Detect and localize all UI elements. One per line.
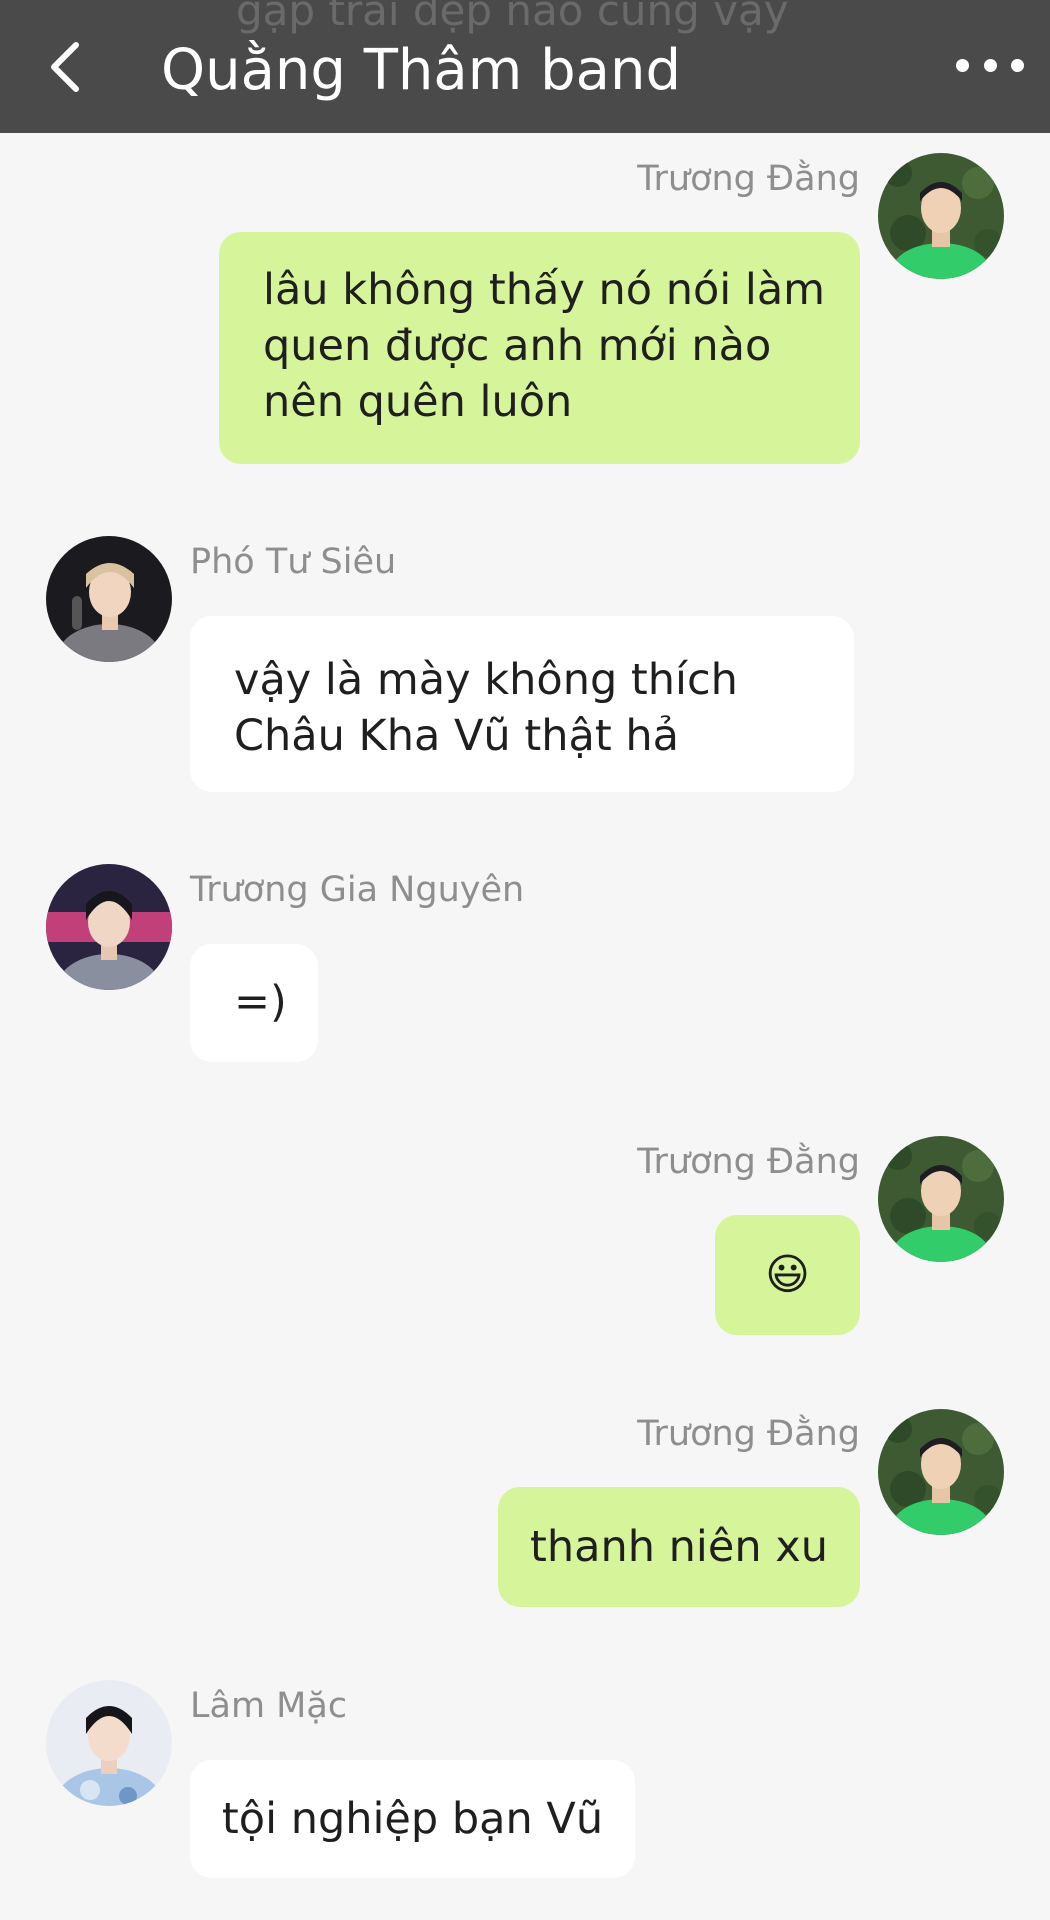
sender-name: Trương Gia Nguyên — [190, 870, 525, 910]
more-options-button[interactable] — [956, 40, 1024, 90]
emoji-smile-icon: 😃 — [765, 1250, 810, 1300]
avatar-image — [46, 536, 172, 662]
sender-name: Trương Đằng — [637, 1414, 860, 1454]
avatar-image — [878, 153, 1004, 279]
message-text-line: lâu không thấy nó nói làm — [263, 265, 826, 315]
message-bubble[interactable]: =) — [190, 944, 318, 1062]
avatar[interactable] — [878, 153, 1004, 279]
back-button[interactable] — [36, 30, 96, 104]
avatar[interactable] — [46, 1680, 172, 1806]
sender-name: Trương Đằng — [637, 1142, 860, 1182]
sender-name: Phó Tư Siêu — [190, 542, 397, 582]
avatar-image — [46, 1680, 172, 1806]
avatar-image — [878, 1136, 1004, 1262]
message-text-line: =) — [234, 977, 287, 1027]
message-bubble[interactable]: vậy là mày không thích Châu Kha Vũ thật … — [190, 616, 854, 792]
more-dot — [1011, 58, 1024, 72]
chat-title: Quằng Thâm band — [161, 38, 681, 103]
message-bubble[interactable]: tội nghiệp bạn Vũ — [190, 1760, 635, 1878]
sender-name: Trương Đằng — [637, 159, 860, 199]
chat-header: gặp trai đẹp nào cũng vậy Quằng Thâm ban… — [0, 0, 1050, 133]
more-dot — [983, 58, 997, 72]
message-text-line: quen được anh mới nào — [263, 321, 772, 371]
message-text-line: tội nghiệp bạn Vũ — [221, 1794, 604, 1844]
more-dots-icon — [956, 58, 969, 72]
scrolled-message-preview: gặp trai đẹp nào cũng vậy — [236, 0, 789, 35]
message-bubble[interactable]: lâu không thấy nó nói làm quen được anh … — [219, 232, 860, 464]
avatar[interactable] — [46, 864, 172, 990]
message-text-line: Châu Kha Vũ thật hả — [234, 711, 679, 761]
message-text-line: vậy là mày không thích — [234, 655, 738, 705]
message-bubble[interactable]: 😃 — [715, 1215, 860, 1335]
chevron-left-icon — [51, 42, 79, 92]
avatar-image — [878, 1409, 1004, 1535]
sender-name: Lâm Mặc — [190, 1686, 348, 1726]
message-text-line: thanh niên xu — [530, 1522, 828, 1572]
avatar-image — [46, 864, 172, 990]
message-bubble[interactable]: thanh niên xu — [498, 1487, 860, 1607]
avatar[interactable] — [46, 536, 172, 662]
avatar[interactable] — [878, 1409, 1004, 1535]
chat-screen: gặp trai đẹp nào cũng vậy Quằng Thâm ban… — [0, 0, 1050, 1920]
message-text-line: nên quên luôn — [263, 377, 573, 427]
avatar[interactable] — [878, 1136, 1004, 1262]
